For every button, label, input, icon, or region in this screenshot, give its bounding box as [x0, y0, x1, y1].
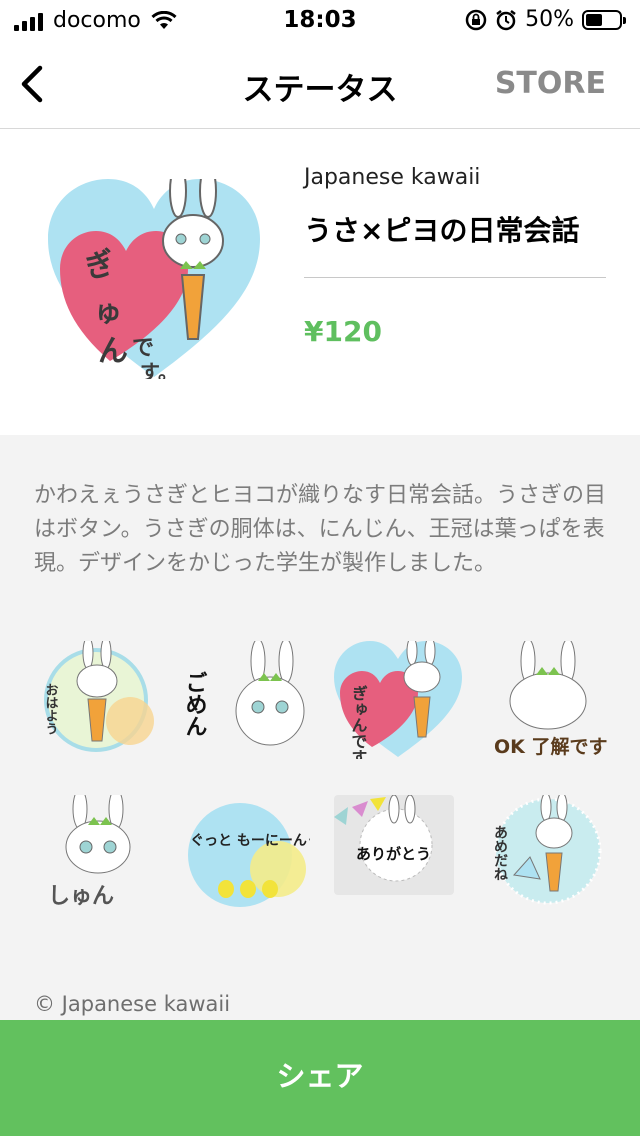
product-author: Japanese kawaii — [304, 165, 481, 190]
sticker-item-text: おはよう — [43, 683, 58, 735]
share-button[interactable]: シェア — [0, 1020, 640, 1136]
copyright-text: © Japanese kawaii — [34, 992, 231, 1016]
svg-text:ゅ: ゅ — [94, 295, 122, 328]
sticker-item-text: ごめん — [182, 671, 207, 737]
product-title: うさ×ピヨの日常会話 — [304, 214, 580, 247]
alarm-icon — [496, 9, 516, 30]
sticker-item-text: しゅん — [48, 884, 114, 909]
product-price: ¥120 — [304, 315, 382, 348]
sticker-item[interactable]: ごめん — [182, 641, 310, 759]
rotation-lock-icon — [465, 9, 487, 30]
navigation-bar: ステータス STORE — [0, 40, 640, 129]
sticker-item[interactable]: ぎゅんです。 — [334, 641, 462, 759]
battery-icon — [582, 9, 626, 30]
sticker-item-text: ありがとう — [356, 845, 431, 863]
product-description: かわえぇうさぎとヒヨコが織りなす日常会話。うさぎの目はボタン。うさぎの胴体は、に… — [34, 483, 607, 576]
svg-text:で: で — [132, 336, 154, 361]
sticker-item-text: ぐっと もーにーんぐ — [190, 833, 310, 849]
status-right: 50% — [465, 7, 626, 32]
sticker-item[interactable]: ありがとう — [334, 795, 462, 913]
store-link[interactable]: STORE — [495, 66, 606, 101]
svg-text:ん: ん — [98, 334, 128, 369]
product-header: ぎ ゅ ん で す。 Japanese kawaii うさ×ピヨの日常会話 ¥1… — [0, 129, 640, 435]
sticker-item[interactable]: あめだね — [484, 795, 612, 913]
battery-percent: 50% — [525, 7, 574, 32]
sticker-item[interactable]: OK 了解です — [484, 641, 612, 759]
divider — [304, 277, 606, 278]
sticker-item[interactable]: ぐっと もーにーんぐ — [182, 795, 310, 913]
sticker-main-thumbnail[interactable]: ぎ ゅ ん で す。 — [48, 179, 260, 379]
status-bar: docomo 18:03 50% — [0, 0, 640, 40]
sticker-item-text: OK 了解です — [494, 735, 608, 758]
sticker-item[interactable]: おはよう — [32, 641, 160, 759]
sticker-item[interactable]: しゅん — [32, 795, 160, 913]
svg-text:す。: す。 — [140, 360, 178, 379]
sticker-item-text: ぎゅんです。 — [349, 684, 368, 759]
sticker-item-text: あめだね — [492, 825, 508, 881]
content-section: かわえぇうさぎとヒヨコが織りなす日常会話。うさぎの目はボタン。うさぎの胴体は、に… — [0, 435, 640, 1025]
share-button-label: シェア — [276, 1059, 364, 1093]
